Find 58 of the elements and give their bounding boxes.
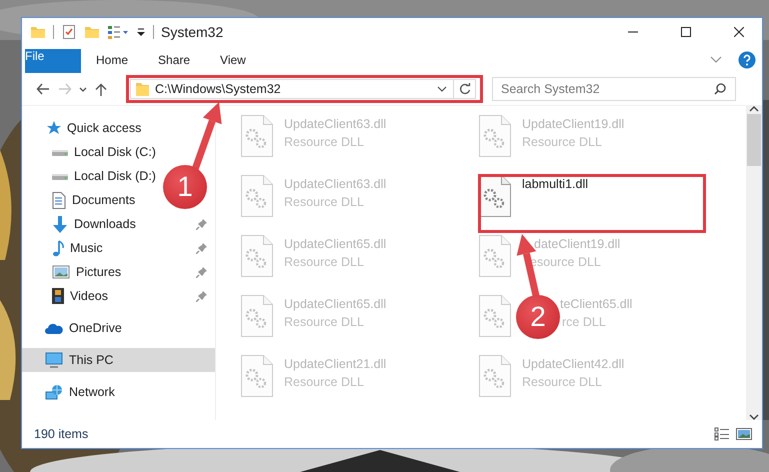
film-strip-icon xyxy=(52,288,64,304)
cloud-icon xyxy=(45,322,63,334)
file-type: Resource DLL xyxy=(522,375,602,389)
refresh-icon[interactable] xyxy=(458,83,470,95)
up-arrow-icon[interactable] xyxy=(95,82,107,96)
sidebar-item[interactable]: Local Disk (D:) xyxy=(22,164,164,188)
sidebar-item[interactable]: Downloads xyxy=(22,212,144,236)
minimize-icon[interactable] xyxy=(628,31,638,33)
drive-icon xyxy=(52,148,68,156)
sidebar-item[interactable]: Music xyxy=(22,236,111,260)
help-icon[interactable] xyxy=(738,50,756,68)
document-icon xyxy=(52,192,66,208)
ribbon-tab[interactable]: View xyxy=(205,46,261,73)
sidebar-item[interactable]: Videos xyxy=(22,284,116,308)
details-view-icon[interactable] xyxy=(714,427,730,441)
recent-caret-icon[interactable] xyxy=(79,86,87,92)
file-name[interactable]: labmulti1.dll xyxy=(522,177,588,191)
item-count: 190 items xyxy=(34,427,90,441)
checklist-icon[interactable] xyxy=(61,24,77,40)
dropdown-caret-icon[interactable] xyxy=(437,86,447,92)
file-type: Resource DLL xyxy=(284,195,364,209)
close-icon[interactable] xyxy=(734,27,744,37)
sidebar-item[interactable]: Pictures xyxy=(22,260,130,284)
expand-ribbon-icon[interactable] xyxy=(710,56,722,63)
window-title: System32 xyxy=(161,24,224,40)
music-note-icon xyxy=(52,240,64,256)
file-type: Resource DLL xyxy=(284,315,364,329)
picture-frame-icon xyxy=(52,265,70,279)
address-bar[interactable]: C:\Windows\System32 xyxy=(130,79,476,99)
ribbon-tab[interactable]: Home xyxy=(81,46,144,73)
file-type: Resource DLL xyxy=(522,135,602,149)
sidebar-item[interactable]: Documents xyxy=(22,188,144,212)
network-globe-icon xyxy=(45,384,63,400)
star-icon xyxy=(45,120,61,136)
sidebar-item[interactable]: Local Disk (C:) xyxy=(22,140,164,164)
maximize-icon[interactable] xyxy=(681,27,691,37)
file-type: Resource DLL xyxy=(284,255,364,269)
scrollbar-thumb[interactable] xyxy=(747,114,761,166)
file-menu-tab[interactable]: File xyxy=(25,49,81,73)
file-type: Resource DLL xyxy=(284,375,364,389)
sidebar-item[interactable]: Network xyxy=(22,380,123,404)
scroll-down-icon[interactable] xyxy=(749,414,759,420)
ribbon-tab[interactable]: Share xyxy=(143,46,206,73)
scroll-up-icon[interactable] xyxy=(749,106,759,112)
address-path: C:\Windows\System32 xyxy=(155,82,282,96)
folder-icon xyxy=(136,82,149,96)
large-icons-view-icon[interactable] xyxy=(736,428,752,440)
back-arrow-icon[interactable] xyxy=(36,83,50,95)
sidebar-item[interactable]: This PC xyxy=(22,348,215,372)
monitor-icon xyxy=(45,352,63,368)
file-type: Resource DLL xyxy=(284,135,364,149)
download-arrow-icon xyxy=(52,216,68,232)
view-options-icon[interactable] xyxy=(107,24,129,40)
search-field[interactable]: Search System32 xyxy=(492,77,736,101)
file-type: rce DLL xyxy=(562,315,606,329)
sidebar-item[interactable]: Quick access xyxy=(22,116,150,140)
sidebar-item[interactable]: OneDrive xyxy=(22,316,130,340)
drive-icon xyxy=(52,172,68,180)
